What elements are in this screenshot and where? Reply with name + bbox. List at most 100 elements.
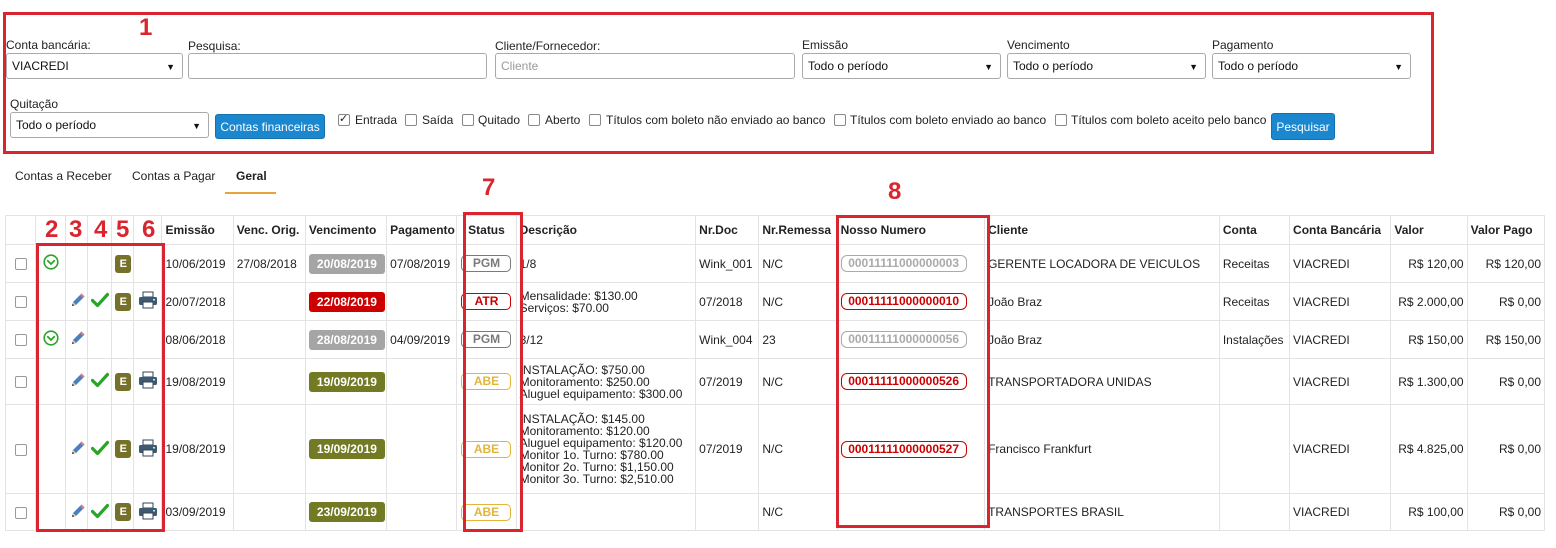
boleto-nao-enviado-checkbox[interactable] (589, 114, 601, 126)
cell-nosso-numero: 00011111000000010 (836, 282, 986, 321)
header-conta-bancaria[interactable]: Conta Bancária (1289, 215, 1392, 245)
entrada-checkbox[interactable] (338, 112, 350, 126)
nosso-numero-badge[interactable]: 00011111000000003 (840, 255, 967, 272)
chevron-down-icon: ▼ (1394, 62, 1403, 72)
table-row[interactable]: E 19/08/2019 19/09/2019 ABE INSTALAÇÃO: $750… (4, 358, 1546, 405)
quitacao-select[interactable]: Todo o período ▼ (10, 112, 209, 138)
cell-conta-bancaria: VIACREDI (1289, 282, 1392, 321)
select-cell[interactable] (4, 320, 37, 359)
nosso-numero-badge[interactable]: 00011111000000056 (840, 331, 967, 348)
contas-financeiras-button[interactable]: Contas financeiras (215, 114, 325, 139)
cell-nr-doc: Wink_001 (695, 244, 760, 283)
select-cell[interactable] (4, 244, 37, 283)
check-circle-cell (35, 320, 67, 359)
pagamento-label: Pagamento (1212, 38, 1274, 52)
confirm-check-icon[interactable] (91, 503, 110, 522)
header-valor-pago[interactable]: Valor Pago (1466, 215, 1546, 245)
select-cell[interactable] (4, 358, 37, 405)
conta-bancaria-label: Conta bancária: (6, 38, 91, 52)
row-checkbox[interactable] (14, 334, 27, 347)
cell-nosso-numero: 00011111000000526 (836, 358, 986, 405)
tab-geral[interactable]: Geral (236, 169, 267, 183)
edit-pencil-icon[interactable] (69, 371, 87, 392)
check-circle-icon[interactable] (43, 330, 59, 349)
edit-pencil-icon[interactable] (69, 329, 87, 350)
header-vencimento[interactable]: Vencimento (304, 215, 388, 245)
cell-vencimento: 20/08/2019 (304, 244, 388, 283)
header-nr-doc[interactable]: Nr.Doc (695, 215, 760, 245)
edit-pencil-icon[interactable] (69, 502, 87, 523)
print-cell (133, 358, 163, 405)
emissao-select[interactable]: Todo o período ▼ (802, 53, 1001, 79)
cell-nr-doc: 07/2019 (695, 358, 760, 405)
e-document-icon[interactable]: E (115, 254, 132, 273)
header-status[interactable]: Status (456, 215, 517, 245)
printer-icon[interactable] (138, 371, 158, 392)
cell-cliente: TRANSPORTADORA UNIDAS (984, 358, 1220, 405)
header-nr-remessa[interactable]: Nr.Remessa (758, 215, 838, 245)
e-document-icon[interactable]: E (115, 503, 132, 521)
confirm-cell (87, 404, 113, 494)
cell-valor: R$ 2.000,00 (1390, 282, 1468, 321)
pesquisar-button[interactable]: Pesquisar (1271, 113, 1335, 140)
table-row[interactable]: E 19/08/2019 19/09/2019 ABE INSTALAÇÃO: $145… (4, 404, 1546, 494)
edit-pencil-icon[interactable] (69, 291, 87, 312)
table-row[interactable]: E 20/07/2018 22/08/2019 ATR Mensalidade: $13… (4, 282, 1546, 321)
confirm-check-icon[interactable] (91, 292, 110, 311)
status-badge: PGM (461, 255, 512, 272)
select-cell[interactable] (4, 282, 37, 321)
nosso-numero-badge[interactable]: 00011111000000010 (840, 293, 967, 310)
aberto-checkbox[interactable] (528, 114, 540, 126)
row-checkbox[interactable] (14, 506, 27, 519)
select-cell[interactable] (4, 493, 37, 531)
row-checkbox[interactable] (14, 258, 27, 271)
print-cell (133, 282, 163, 321)
header-conta[interactable]: Conta (1218, 215, 1291, 245)
cliente-input[interactable]: Cliente (495, 53, 795, 79)
nosso-numero-badge[interactable]: 00011111000000526 (840, 373, 967, 390)
annotation-number: 6 (142, 216, 156, 243)
confirm-check-icon[interactable] (91, 440, 110, 459)
nosso-numero-badge[interactable]: 00011111000000527 (840, 440, 967, 458)
printer-icon[interactable] (138, 291, 158, 312)
e-document-icon[interactable]: E (115, 440, 132, 458)
header-emissao[interactable]: Emissão (161, 215, 234, 245)
cell-descricao: 1/8 (515, 244, 697, 283)
row-checkbox[interactable] (14, 296, 27, 309)
select-cell[interactable] (4, 404, 37, 494)
e-document-icon[interactable]: E (115, 372, 132, 391)
table-row[interactable]: E 10/06/2019 27/08/2018 20/08/2019 07/08/201… (4, 244, 1546, 283)
table-row[interactable]: 08/06/2018 28/08/2019 04/09/2019 PGM 3/12 Win… (4, 320, 1546, 359)
header-venc-orig[interactable]: Venc. Orig. (232, 215, 306, 245)
descricao-line: Monitor 3o. Turno: $2,510.00 (519, 472, 674, 486)
e-document-icon[interactable]: E (115, 292, 132, 311)
boleto-aceito-checkbox[interactable] (1055, 114, 1067, 126)
conta-bancaria-select[interactable]: VIACREDI ▼ (6, 53, 183, 79)
pagamento-select[interactable]: Todo o período ▼ (1212, 53, 1411, 79)
saida-checkbox[interactable] (405, 114, 417, 126)
table-row[interactable]: E 03/09/2019 23/09/2019 ABE N/C TRANSPORTES B… (4, 493, 1546, 531)
header-descricao[interactable]: Descrição (515, 215, 697, 245)
cell-vencimento: 19/09/2019 (304, 358, 388, 405)
pesquisa-input[interactable] (188, 53, 487, 79)
vencimento-select[interactable]: Todo o período ▼ (1007, 53, 1206, 79)
boleto-enviado-checkbox[interactable] (834, 114, 846, 126)
header-nosso-numero[interactable]: Nosso Numero (836, 215, 986, 245)
printer-icon[interactable] (138, 439, 158, 460)
quitado-checkbox[interactable] (462, 114, 474, 126)
header-cliente[interactable]: Cliente (984, 215, 1220, 245)
edit-pencil-icon[interactable] (69, 439, 87, 460)
cell-descricao: INSTALAÇÃO: $750.00 Monitoramento: $250.0… (515, 358, 697, 405)
row-checkbox[interactable] (14, 443, 27, 456)
header-pagamento[interactable]: Pagamento (386, 215, 458, 245)
confirm-check-icon[interactable] (91, 372, 110, 391)
row-checkbox[interactable] (14, 376, 27, 389)
quitacao-value: Todo o período (16, 118, 97, 132)
check-circle-icon[interactable] (43, 254, 59, 273)
cell-emissao: 08/06/2018 (161, 320, 234, 359)
cell-conta-bancaria: VIACREDI (1289, 358, 1392, 405)
tab-contas-a-pagar[interactable]: Contas a Pagar (132, 169, 215, 183)
tab-contas-a-receber[interactable]: Contas a Receber (15, 169, 112, 183)
header-valor[interactable]: Valor (1390, 215, 1468, 245)
printer-icon[interactable] (138, 502, 158, 523)
